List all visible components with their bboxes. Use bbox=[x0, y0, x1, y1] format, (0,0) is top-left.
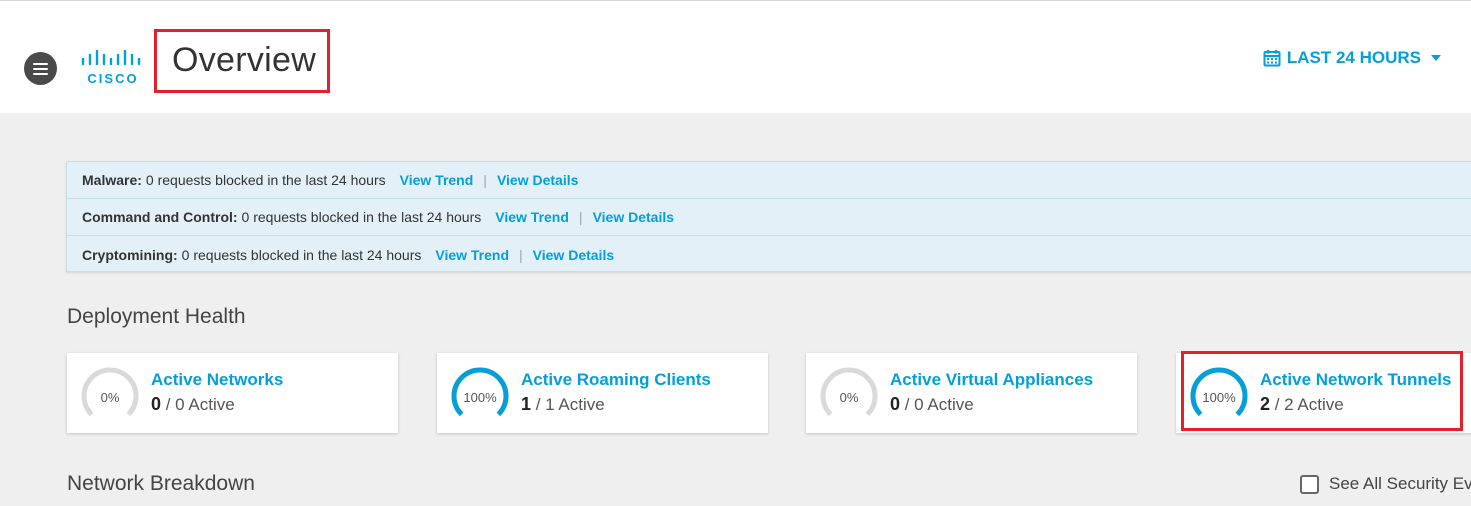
caret-down-icon bbox=[1431, 55, 1441, 61]
gauge-percent-label: 0% bbox=[100, 390, 120, 405]
total-count: / 0 Active bbox=[900, 395, 974, 414]
view-trend-link[interactable]: View Trend bbox=[400, 172, 474, 188]
active-count: 0 bbox=[151, 394, 162, 414]
alert-row-malware: Malware: 0 requests blocked in the last … bbox=[67, 162, 1471, 199]
view-details-link[interactable]: View Details bbox=[533, 247, 614, 263]
card-active-virtual-appliances: 0% Active Virtual Appliances 0 / 0 Activ… bbox=[806, 353, 1137, 433]
top-header: CISCO Overview LAST 24 HOURS bbox=[0, 0, 1471, 113]
gauge-percent-label: 100% bbox=[463, 390, 497, 405]
logo-wordmark: CISCO bbox=[87, 71, 139, 86]
alert-row-command-and-control: Command and Control: 0 requests blocked … bbox=[67, 199, 1471, 236]
card-active-networks: 0% Active Networks 0 / 0 Active bbox=[67, 353, 398, 433]
see-all-label: See All Security Ev bbox=[1329, 474, 1471, 493]
card-active-roaming-clients: 100% Active Roaming Clients 1 / 1 Active bbox=[437, 353, 768, 433]
card-active-network-tunnels: 100% Active Network Tunnels 2 / 2 Active bbox=[1176, 353, 1471, 433]
alert-text: 0 requests blocked in the last 24 hours bbox=[181, 246, 422, 263]
card-title-link[interactable]: Active Roaming Clients bbox=[521, 370, 711, 390]
alert-label: Cryptomining: bbox=[82, 246, 178, 263]
calendar-icon bbox=[1263, 50, 1281, 67]
view-details-link[interactable]: View Details bbox=[593, 209, 674, 225]
active-count: 1 bbox=[521, 394, 532, 414]
hamburger-icon bbox=[33, 63, 48, 65]
page-title: Overview bbox=[172, 41, 317, 79]
hamburger-menu-button[interactable] bbox=[24, 52, 57, 85]
time-range-dropdown[interactable]: LAST 24 HOURS bbox=[1263, 48, 1441, 68]
alert-label: Malware: bbox=[82, 172, 142, 188]
view-trend-link[interactable]: View Trend bbox=[495, 209, 569, 225]
total-count: / 2 Active bbox=[1270, 395, 1344, 414]
card-title-link[interactable]: Active Network Tunnels bbox=[1260, 370, 1451, 390]
card-count: 1 / 1 Active bbox=[521, 394, 605, 415]
card-count: 2 / 2 Active bbox=[1260, 394, 1344, 415]
cisco-bridge-icon bbox=[81, 49, 141, 66]
card-title-link[interactable]: Active Networks bbox=[151, 370, 283, 390]
network-breakdown-heading: Network Breakdown bbox=[67, 472, 255, 495]
view-details-link[interactable]: View Details bbox=[497, 172, 578, 188]
total-count: / 1 Active bbox=[531, 395, 605, 414]
link-separator: | bbox=[578, 209, 583, 225]
view-trend-link[interactable]: View Trend bbox=[435, 247, 509, 263]
see-all-security-events-toggle[interactable]: See All Security Ev bbox=[1300, 474, 1471, 494]
card-title-link[interactable]: Active Virtual Appliances bbox=[890, 370, 1093, 390]
hamburger-icon-bar bbox=[33, 68, 48, 70]
alert-text: 0 requests blocked in the last 24 hours bbox=[145, 172, 386, 188]
active-count: 0 bbox=[890, 394, 901, 414]
security-alerts-panel: Malware: 0 requests blocked in the last … bbox=[66, 161, 1471, 272]
gauge: 100% bbox=[1188, 367, 1250, 419]
card-count: 0 / 0 Active bbox=[890, 394, 974, 415]
see-all-checkbox[interactable] bbox=[1300, 474, 1319, 494]
cisco-logo: CISCO bbox=[80, 49, 146, 87]
time-range-label: LAST 24 HOURS bbox=[1286, 48, 1421, 67]
page-title-highlight: Overview bbox=[154, 29, 330, 93]
hamburger-icon-bar bbox=[33, 73, 48, 75]
alert-text: 0 requests blocked in the last 24 hours bbox=[241, 209, 482, 225]
card-count: 0 / 0 Active bbox=[151, 394, 235, 415]
total-count: / 0 Active bbox=[161, 395, 235, 414]
active-count: 2 bbox=[1260, 394, 1271, 414]
alert-row-cryptomining: Cryptomining: 0 requests blocked in the … bbox=[67, 236, 1471, 273]
gauge: 0% bbox=[818, 367, 880, 419]
link-separator: | bbox=[519, 246, 523, 263]
link-separator: | bbox=[483, 172, 487, 188]
deployment-health-heading: Deployment Health bbox=[67, 305, 246, 328]
gauge-percent-label: 100% bbox=[1202, 390, 1236, 405]
gauge: 100% bbox=[449, 367, 511, 419]
gauge-percent-label: 0% bbox=[839, 390, 859, 405]
gauge: 0% bbox=[79, 367, 141, 419]
alert-label: Command and Control: bbox=[82, 209, 238, 225]
